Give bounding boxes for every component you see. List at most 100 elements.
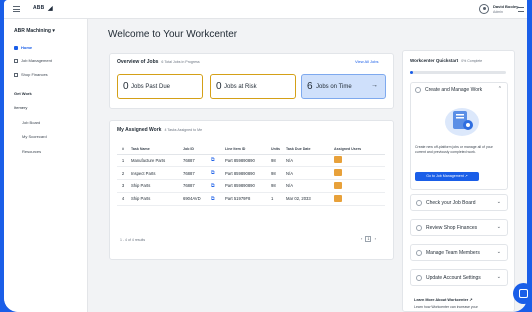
home-icon bbox=[14, 45, 18, 50]
column-header bbox=[209, 144, 223, 155]
external-link-icon[interactable]: ⧉ bbox=[209, 166, 223, 181]
line-item-id: Part 859890890 bbox=[223, 179, 269, 193]
menu-icon[interactable] bbox=[13, 6, 20, 12]
stat-value: 0 bbox=[123, 81, 129, 92]
next-page-button[interactable]: › bbox=[375, 236, 376, 241]
external-link-icon[interactable]: ⧉ bbox=[209, 179, 223, 193]
chat-button[interactable] bbox=[513, 283, 532, 304]
stat-label: Jobs at Risk bbox=[224, 84, 257, 90]
user-role: Admin bbox=[493, 10, 503, 14]
quickstart-item-header[interactable]: Create and Manage Work ⌃ bbox=[410, 82, 508, 99]
assigned-work-table: # Task Name Job ID Line Item ID Units Ta… bbox=[117, 144, 385, 206]
column-header[interactable]: Assigned Users bbox=[332, 144, 385, 155]
org-selector[interactable]: ABR Machining ▾ bbox=[14, 28, 55, 34]
pagination: ‹ 1 › bbox=[361, 236, 376, 242]
app-window: ABB ◢ David Booley Admin ABR Machining ▾… bbox=[4, 0, 527, 312]
row-number: 2 bbox=[117, 166, 129, 181]
sidebar-item-home[interactable]: Home bbox=[14, 45, 32, 50]
external-link-icon[interactable]: ⧉ bbox=[209, 154, 223, 168]
stat-jobs-on-time[interactable]: 6 Jobs on Time → bbox=[301, 74, 386, 99]
column-header[interactable]: Job ID bbox=[181, 144, 209, 155]
quickstart-progress-bar bbox=[410, 71, 506, 74]
line-item-id: Part 859890890 bbox=[223, 166, 269, 181]
job-id: 76887 bbox=[181, 179, 209, 193]
sidebar-item-my-scorecard[interactable]: My Scorecard bbox=[22, 134, 47, 139]
row-number: 1 bbox=[117, 154, 129, 168]
app-menu-icon[interactable] bbox=[518, 7, 524, 12]
quickstart-item-account-settings[interactable]: Update Account Settings ⌄ bbox=[410, 269, 508, 286]
task-due-date: N/A bbox=[284, 179, 332, 193]
radio-icon[interactable] bbox=[416, 225, 422, 231]
quickstart-item-job-board[interactable]: Check your Job Board ⌄ bbox=[410, 194, 508, 211]
units: 1 bbox=[269, 192, 284, 206]
page-1-button[interactable]: 1 bbox=[365, 236, 372, 242]
overview-subtitle: 6 Total Jobs in Progress bbox=[161, 60, 200, 64]
job-management-illustration bbox=[445, 108, 479, 136]
column-header[interactable]: Task Due Date bbox=[284, 144, 332, 155]
learn-more-description: Learn how Workcenter can increase your bbox=[414, 305, 478, 309]
chevron-down-icon[interactable]: ⌄ bbox=[497, 199, 501, 205]
assigned-user-badge[interactable] bbox=[332, 166, 385, 181]
sidebar-item-resources[interactable]: Resources bbox=[22, 149, 41, 154]
task-name: Ship Parts bbox=[129, 192, 181, 206]
table-header-row: # Task Name Job ID Line Item ID Units Ta… bbox=[117, 144, 385, 155]
units: 98 bbox=[269, 179, 284, 193]
sidebar-item-job-management[interactable]: Job Management bbox=[14, 58, 52, 63]
row-number: 3 bbox=[117, 179, 129, 193]
radio-icon[interactable] bbox=[415, 87, 421, 93]
logo[interactable]: ABB bbox=[33, 5, 44, 11]
task-due-date: Mar 02, 2033 bbox=[284, 192, 332, 206]
sidebar-item-label: Home bbox=[21, 45, 33, 50]
external-link-icon[interactable]: ⧉ bbox=[209, 192, 223, 206]
stat-jobs-at-risk[interactable]: 0 Jobs at Risk bbox=[210, 74, 296, 99]
chevron-down-icon[interactable]: ⌄ bbox=[497, 249, 501, 255]
table-row[interactable]: 1 Manufacture Parts 76887 ⧉ Part 8598908… bbox=[117, 154, 385, 168]
line-item-id: Part 51979F8 bbox=[223, 192, 269, 206]
table-row[interactable]: 2 Inspect Parts 76887 ⧉ Part 859890890 9… bbox=[117, 166, 385, 181]
radio-icon[interactable] bbox=[416, 275, 422, 281]
sidebar-item-job-board[interactable]: Job Board bbox=[22, 120, 40, 125]
assigned-work-title: My Assigned Work 4 Tasks Assigned to Me bbox=[117, 127, 202, 133]
assigned-user-badge[interactable] bbox=[332, 179, 385, 193]
stat-value: 6 bbox=[307, 81, 313, 92]
overview-title: Overview of Jobs 6 Total Jobs in Progress bbox=[117, 59, 200, 65]
go-to-job-management-button[interactable]: Go to Job Management ↗ bbox=[415, 172, 479, 181]
pager-info: 1 - 4 of 4 results bbox=[120, 238, 146, 242]
quickstart-item-team-members[interactable]: Manage Team Members ⌄ bbox=[410, 244, 508, 261]
task-due-date: N/A bbox=[284, 166, 332, 181]
learn-more-link[interactable]: Learn More About Workcenter ↗ bbox=[414, 297, 472, 302]
stat-jobs-past-due[interactable]: 0 Jobs Past Due bbox=[117, 74, 203, 99]
assigned-user-badge[interactable] bbox=[332, 154, 385, 168]
column-header[interactable]: Task Name bbox=[129, 144, 181, 155]
radio-icon[interactable] bbox=[416, 250, 422, 256]
sidebar: ABR Machining ▾ Home Job Management Shop… bbox=[4, 19, 88, 312]
chevron-down-icon[interactable]: ⌄ bbox=[497, 224, 501, 230]
column-header[interactable]: Units bbox=[269, 144, 284, 155]
top-bar: ABB ◢ David Booley Admin bbox=[4, 0, 527, 19]
prev-page-button[interactable]: ‹ bbox=[361, 236, 362, 241]
user-badge-icon bbox=[334, 169, 342, 177]
view-all-jobs-link[interactable]: View All Jobs bbox=[355, 59, 379, 64]
user-name[interactable]: David Booley bbox=[493, 4, 518, 9]
quickstart-item-label: Manage Team Members bbox=[426, 250, 480, 256]
sidebar-section-itemery[interactable]: Itemery bbox=[14, 105, 27, 110]
table-row[interactable]: 4 Ship Parts 6904AVD ⧉ Part 51979F8 1 Ma… bbox=[117, 192, 385, 206]
assigned-work-title-text: My Assigned Work bbox=[117, 127, 162, 133]
stat-value: 0 bbox=[216, 81, 222, 92]
logo-mark-icon: ◢ bbox=[48, 6, 53, 12]
table-row[interactable]: 3 Ship Parts 76887 ⧉ Part 859890890 98 N… bbox=[117, 179, 385, 193]
progress-fill bbox=[410, 71, 413, 74]
chevron-up-icon[interactable]: ⌃ bbox=[498, 86, 502, 92]
sidebar-section-get-work[interactable]: Get Work bbox=[14, 91, 32, 96]
row-number: 4 bbox=[117, 192, 129, 206]
column-header[interactable]: Line Item ID bbox=[223, 144, 269, 155]
page-title: Welcome to Your Workcenter bbox=[108, 29, 238, 40]
quickstart-item-label: Update Account Settings bbox=[426, 275, 481, 281]
sidebar-item-shop-finances[interactable]: Shop Finances bbox=[14, 72, 48, 77]
chevron-down-icon[interactable]: ⌄ bbox=[497, 274, 501, 280]
user-avatar-icon[interactable] bbox=[479, 4, 489, 14]
quickstart-item-shop-finances[interactable]: Review Shop Finances ⌄ bbox=[410, 219, 508, 236]
radio-icon[interactable] bbox=[416, 200, 422, 206]
quickstart-title-text: Workcenter Quickstart bbox=[410, 58, 459, 63]
assigned-user-badge[interactable] bbox=[332, 192, 385, 206]
